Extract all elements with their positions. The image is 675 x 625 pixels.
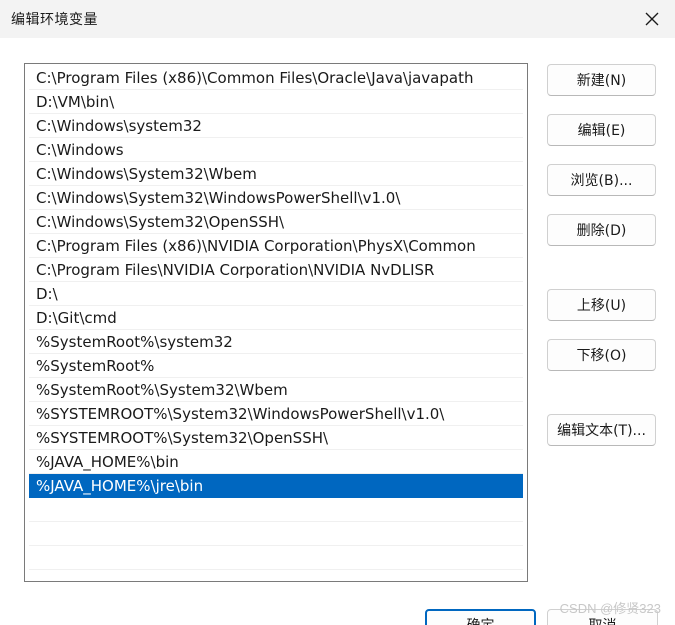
watermark: CSDN @修贤323	[559, 601, 661, 616]
edit-text-button[interactable]: 编辑文本(T)...	[547, 414, 656, 446]
path-list-item[interactable]: %SYSTEMROOT%\System32\OpenSSH\	[29, 426, 523, 450]
path-list-item[interactable]: D:\Git\cmd	[29, 306, 523, 330]
path-list-item[interactable]: D:\	[29, 282, 523, 306]
new-button[interactable]: 新建(N)	[547, 64, 656, 96]
path-list-item[interactable]: C:\Windows\System32\OpenSSH\	[29, 210, 523, 234]
title-bar: 编辑环境变量	[0, 0, 675, 38]
edit-button[interactable]: 编辑(E)	[547, 114, 656, 146]
dialog-body: C:\Program Files (x86)\Common Files\Orac…	[0, 38, 675, 625]
empty-list-row[interactable]	[29, 498, 523, 522]
path-list[interactable]: C:\Program Files (x86)\Common Files\Orac…	[24, 63, 528, 582]
path-list-item[interactable]: C:\Windows\System32\Wbem	[29, 162, 523, 186]
empty-list-row[interactable]	[29, 522, 523, 546]
path-list-item[interactable]: C:\Program Files\NVIDIA Corporation\NVID…	[29, 258, 523, 282]
ok-button[interactable]: 确定	[425, 609, 536, 625]
path-list-item[interactable]: %JAVA_HOME%\jre\bin	[29, 474, 523, 498]
path-list-item[interactable]: %SystemRoot%	[29, 354, 523, 378]
close-icon	[645, 12, 659, 26]
path-list-item[interactable]: C:\Windows\System32\WindowsPowerShell\v1…	[29, 186, 523, 210]
edit-env-variable-dialog: 编辑环境变量 C:\Program Files (x86)\Common Fil…	[0, 0, 675, 625]
path-list-item[interactable]: C:\Program Files (x86)\NVIDIA Corporatio…	[29, 234, 523, 258]
browse-button[interactable]: 浏览(B)...	[547, 164, 656, 196]
move-up-button[interactable]: 上移(U)	[547, 289, 656, 321]
dialog-title: 编辑环境变量	[11, 12, 98, 28]
path-list-item[interactable]: C:\Windows	[29, 138, 523, 162]
move-down-button[interactable]: 下移(O)	[547, 339, 656, 371]
path-list-item[interactable]: D:\VM\bin\	[29, 90, 523, 114]
path-list-item[interactable]: %JAVA_HOME%\bin	[29, 450, 523, 474]
delete-button[interactable]: 删除(D)	[547, 214, 656, 246]
path-list-item[interactable]: %SystemRoot%\System32\Wbem	[29, 378, 523, 402]
path-list-item[interactable]: %SystemRoot%\system32	[29, 330, 523, 354]
path-list-item[interactable]: C:\Windows\system32	[29, 114, 523, 138]
path-list-item[interactable]: %SYSTEMROOT%\System32\WindowsPowerShell\…	[29, 402, 523, 426]
close-button[interactable]	[629, 0, 675, 38]
path-list-item[interactable]: C:\Program Files (x86)\Common Files\Orac…	[29, 66, 523, 90]
empty-list-row[interactable]	[29, 546, 523, 570]
